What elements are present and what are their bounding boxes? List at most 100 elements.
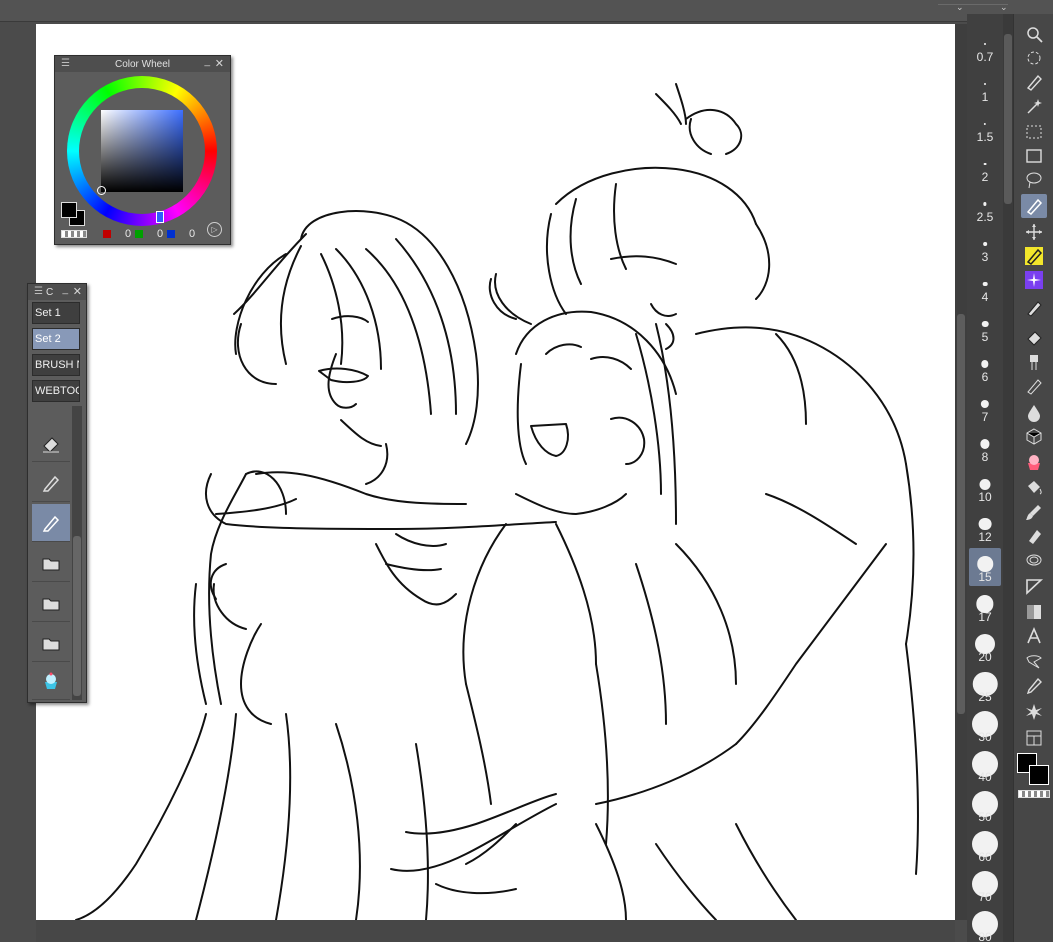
brush-size-3[interactable]: 3 bbox=[969, 228, 1001, 266]
brush-size-12[interactable]: 12 bbox=[969, 508, 1001, 546]
panel-title-bar[interactable]: ☰ Color Wheel _ ✕ bbox=[55, 56, 230, 72]
brush-size-8[interactable]: 8 bbox=[969, 428, 1001, 466]
brush-size-palette: 0.7 1 1.5 2 2.5 3 4 5 6 7 8 10 12 15 17 20 25 30 40 50 60 70 8… bbox=[967, 14, 1003, 942]
brush-size-6[interactable]: 6 bbox=[969, 348, 1001, 386]
canvas-vertical-scrollbar[interactable] bbox=[955, 24, 967, 920]
brush-size-10[interactable]: 10 bbox=[969, 468, 1001, 506]
brush-size-0-7[interactable]: 0.7 bbox=[969, 28, 1001, 66]
tool-marquee[interactable] bbox=[1021, 120, 1047, 144]
tool-pen-small[interactable] bbox=[1021, 374, 1047, 398]
tool-pen-highlight[interactable] bbox=[1021, 244, 1047, 268]
menu-icon[interactable]: ☰ bbox=[34, 286, 43, 297]
brush-size-50[interactable]: 50 bbox=[969, 788, 1001, 826]
chevron-down-icon[interactable]: ⌄ bbox=[956, 2, 964, 13]
tool-blend[interactable] bbox=[1021, 350, 1047, 374]
canvas-horizontal-scrollbar[interactable] bbox=[36, 920, 955, 942]
tool-eraser[interactable] bbox=[1021, 324, 1047, 348]
transparent-color-swatch[interactable] bbox=[1018, 790, 1050, 798]
hue-cursor[interactable] bbox=[156, 211, 164, 223]
blue-chip bbox=[167, 230, 175, 238]
set-2-button[interactable]: Set 2 bbox=[32, 328, 80, 350]
brush-size-5[interactable]: 5 bbox=[969, 308, 1001, 346]
chevron-down-icon[interactable]: ⌄ bbox=[1000, 2, 1008, 13]
panel-title-bar[interactable]: ☰ C _ ✕ bbox=[28, 284, 86, 300]
scroll-thumb[interactable] bbox=[957, 314, 965, 714]
sub-tool-folder-3[interactable] bbox=[32, 624, 70, 662]
hue-ring[interactable] bbox=[67, 76, 217, 226]
sub-color-swatch[interactable] bbox=[1029, 765, 1049, 785]
brush-size-scrollbar[interactable] bbox=[1003, 14, 1013, 942]
brush-size-20[interactable]: 20 bbox=[969, 628, 1001, 666]
tool-droplet[interactable] bbox=[1021, 400, 1047, 424]
tool-sparkle[interactable] bbox=[1021, 268, 1047, 292]
close-icon[interactable]: ✕ bbox=[73, 285, 82, 298]
sub-tool-pen[interactable] bbox=[32, 464, 70, 502]
play-icon[interactable]: ▷ bbox=[207, 222, 222, 237]
brush-size-label: 12 bbox=[978, 530, 992, 544]
tool-cube[interactable] bbox=[1021, 424, 1047, 448]
brush-size-60[interactable]: 60 bbox=[969, 828, 1001, 866]
tool-fill-bucket[interactable] bbox=[1021, 476, 1047, 500]
brush-size-1[interactable]: 1 bbox=[969, 68, 1001, 106]
brush-size-7[interactable]: 7 bbox=[969, 388, 1001, 426]
brush-size-17[interactable]: 17 bbox=[969, 588, 1001, 626]
minimize-icon[interactable]: _ bbox=[62, 284, 68, 295]
brush-size-2-5[interactable]: 2.5 bbox=[969, 188, 1001, 226]
tool-spiral[interactable] bbox=[1021, 548, 1047, 572]
tool-speech[interactable] bbox=[1021, 650, 1047, 674]
brush-size-label: 2.5 bbox=[976, 210, 994, 224]
marquee-icon bbox=[1026, 125, 1042, 139]
tool-move[interactable] bbox=[1021, 220, 1047, 244]
tool-eraser-pen[interactable] bbox=[1021, 296, 1047, 320]
sub-tool-eraser[interactable] bbox=[32, 424, 70, 462]
saturation-value-square[interactable] bbox=[101, 110, 183, 192]
red-value: 0 bbox=[125, 228, 132, 240]
sub-tool-folder-2[interactable] bbox=[32, 584, 70, 622]
set-1-button[interactable]: Set 1 bbox=[32, 302, 80, 324]
tool-marker[interactable] bbox=[1021, 524, 1047, 548]
minimize-icon[interactable]: _ bbox=[204, 56, 210, 67]
webtoon-set-button[interactable]: WEBTOO bbox=[32, 380, 80, 402]
tool-brush[interactable] bbox=[1021, 500, 1047, 524]
brush-icon bbox=[1026, 505, 1041, 520]
close-icon[interactable]: ✕ bbox=[215, 57, 224, 70]
brush-size-30[interactable]: 30 bbox=[969, 708, 1001, 746]
transparent-color-swatch[interactable] bbox=[61, 230, 87, 238]
tool-rotate[interactable] bbox=[1021, 46, 1047, 70]
brush-size-15[interactable]: 15 bbox=[969, 548, 1001, 586]
brush-size-70[interactable]: 70 bbox=[969, 868, 1001, 906]
tool-pen[interactable] bbox=[1021, 194, 1047, 218]
rotate-icon bbox=[1027, 51, 1041, 65]
brush-size-1-5[interactable]: 1.5 bbox=[969, 108, 1001, 146]
tool-pen-nib[interactable] bbox=[1021, 70, 1047, 94]
sub-tool-scrollbar[interactable] bbox=[72, 406, 82, 700]
tool-rectangle[interactable] bbox=[1021, 144, 1047, 168]
sub-tool-pencil[interactable] bbox=[32, 504, 70, 542]
tool-cupcake[interactable] bbox=[1021, 450, 1047, 474]
tool-gradient[interactable] bbox=[1021, 600, 1047, 624]
brush-size-label: 70 bbox=[978, 890, 992, 904]
sub-tool-cupcake[interactable] bbox=[32, 662, 70, 700]
tool-eyedropper[interactable] bbox=[1021, 674, 1047, 698]
brush-set-button[interactable]: BRUSH N bbox=[32, 354, 80, 376]
tool-lasso[interactable] bbox=[1021, 168, 1047, 192]
tool-text[interactable] bbox=[1021, 624, 1047, 648]
brush-size-label: 20 bbox=[978, 650, 992, 664]
sv-cursor[interactable] bbox=[97, 186, 106, 195]
scroll-thumb[interactable] bbox=[1004, 34, 1012, 204]
tool-magic-wand[interactable] bbox=[1021, 94, 1047, 118]
folder-icon bbox=[42, 558, 60, 570]
brush-size-25[interactable]: 25 bbox=[969, 668, 1001, 706]
brush-size-40[interactable]: 40 bbox=[969, 748, 1001, 786]
tool-search[interactable] bbox=[1021, 22, 1047, 46]
scroll-thumb[interactable] bbox=[73, 536, 81, 696]
brush-size-2[interactable]: 2 bbox=[969, 148, 1001, 186]
main-color-swatch[interactable] bbox=[61, 202, 77, 218]
top-bar: ⌄ ⌄ bbox=[0, 0, 1053, 22]
brush-size-4[interactable]: 4 bbox=[969, 268, 1001, 306]
tool-layout[interactable] bbox=[1021, 726, 1047, 750]
sub-tool-folder-1[interactable] bbox=[32, 544, 70, 582]
tool-burst[interactable] bbox=[1021, 700, 1047, 724]
brush-size-80[interactable]: 80 bbox=[969, 908, 1001, 942]
tool-triangle[interactable] bbox=[1021, 574, 1047, 598]
